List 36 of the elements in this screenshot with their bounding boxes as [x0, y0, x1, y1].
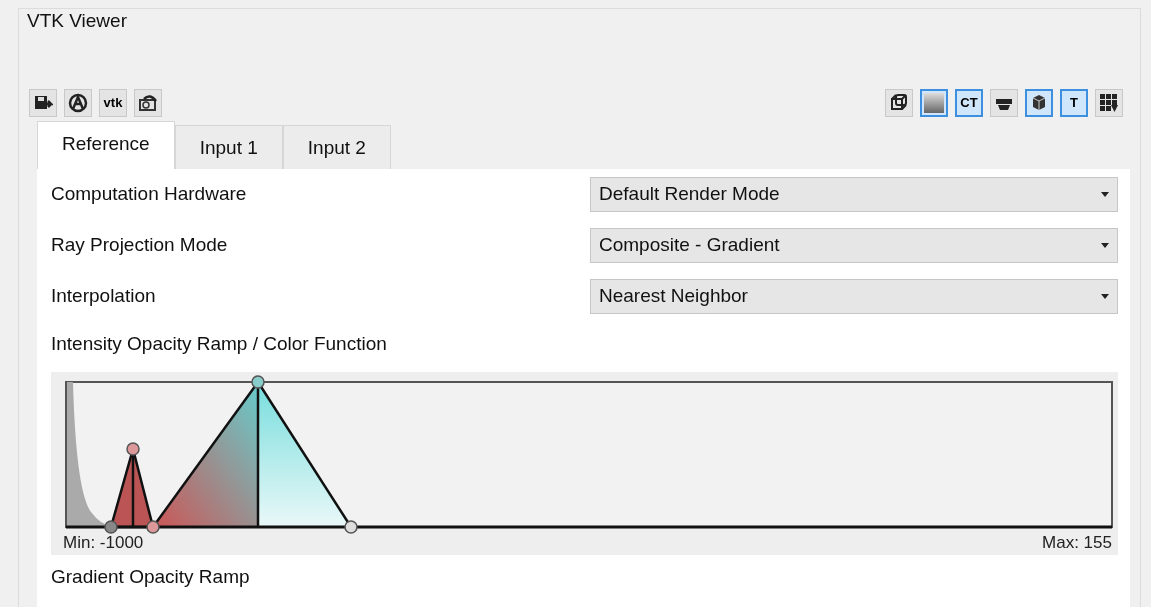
toolbar-button[interactable]: [64, 89, 92, 117]
dropdown[interactable]: Nearest Neighbor: [590, 278, 1118, 314]
grid-icon: [1099, 93, 1119, 113]
min-label: Min: -1000: [63, 534, 144, 553]
circled-letter-icon: [68, 93, 88, 113]
max-label: Max: 155: [1042, 534, 1112, 553]
control-point[interactable]: [126, 442, 140, 456]
caret-icon: [1101, 191, 1109, 197]
toolbar-button[interactable]: CT: [955, 89, 983, 117]
ramp-title: Intensity Opacity Ramp / Color Function: [51, 331, 388, 356]
control-point[interactable]: [251, 375, 265, 389]
toolbar-button[interactable]: [990, 89, 1018, 117]
tab[interactable]: Input 2: [282, 125, 391, 169]
camera-icon: [138, 93, 158, 113]
gradient-icon: [924, 93, 944, 113]
toolbar-button[interactable]: [1095, 89, 1123, 117]
control-point[interactable]: [104, 520, 118, 534]
setting-label: Computation Hardware: [51, 181, 247, 206]
dropdown[interactable]: Default Render Mode: [590, 176, 1118, 212]
tab[interactable]: Input 1: [174, 125, 283, 169]
toolbar-button[interactable]: vtk: [99, 89, 127, 117]
control-point[interactable]: [146, 520, 160, 534]
toolbar-button[interactable]: [29, 89, 57, 117]
toolbar-button[interactable]: T: [1060, 89, 1088, 117]
setting-label: Interpolation: [51, 283, 156, 308]
tab[interactable]: Reference: [37, 121, 175, 169]
toolbar-button[interactable]: [134, 89, 162, 117]
control-point[interactable]: [344, 520, 358, 534]
setting-label: Ray Projection Mode: [51, 232, 228, 257]
toolbar-button[interactable]: [1025, 89, 1053, 117]
caret-icon: [1101, 293, 1109, 299]
caret-icon: [1101, 242, 1109, 248]
gradient-ramp-title: Gradient Opacity Ramp: [51, 564, 251, 589]
toolbar-button[interactable]: [885, 89, 913, 117]
cube-outline-icon: [889, 93, 909, 113]
dropdown[interactable]: Composite - Gradient: [590, 227, 1118, 263]
